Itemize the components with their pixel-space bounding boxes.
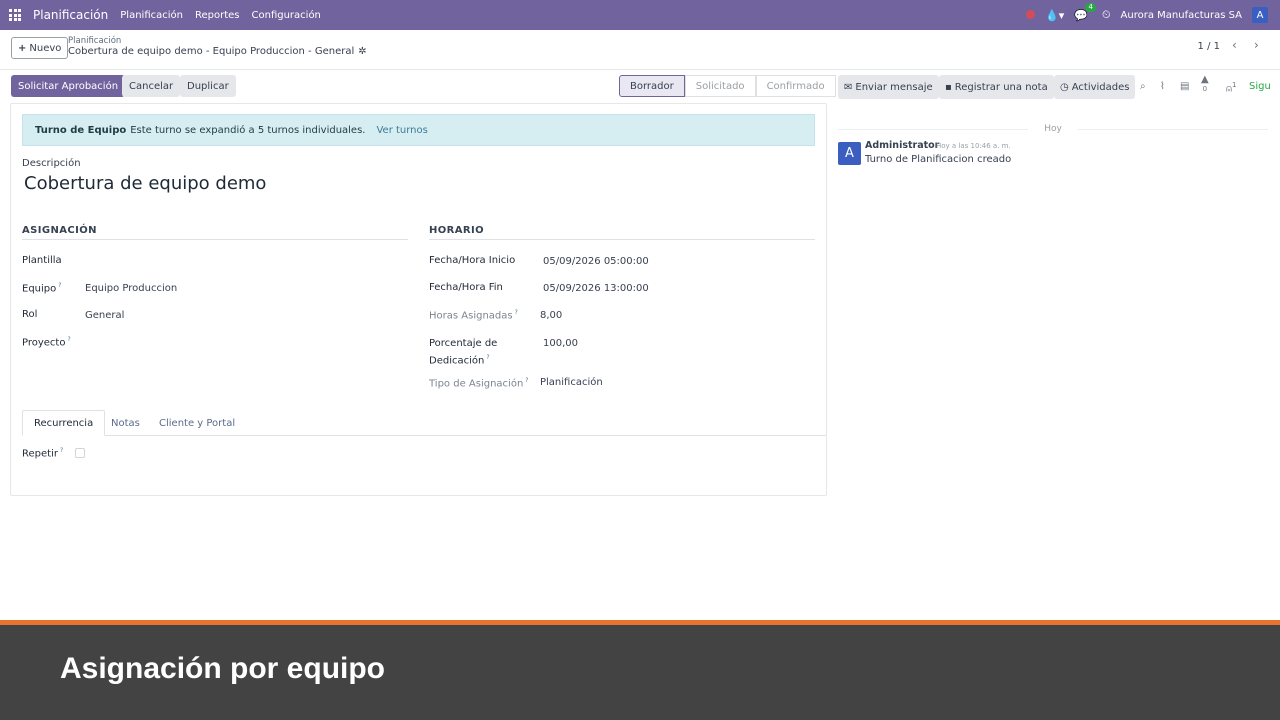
chevron-left-icon[interactable]: ‹ [1232,38,1237,52]
alert-text: Este turno se expandió a 5 turnos indivi… [130,124,366,136]
assignment-section-title: ASIGNACIÓN [22,225,408,240]
activities-button[interactable]: ◷ Actividades [1054,75,1136,99]
team-shift-alert: Turno de Equipo Este turno se expandió a… [22,114,815,146]
menu-planificacion[interactable]: Planificación [120,10,183,21]
dedication-field[interactable]: 100,00 [543,338,578,349]
menu-reportes[interactable]: Reportes [195,10,240,21]
assignment-type-value: Planificación [540,377,603,388]
help-icon[interactable]: ? [525,377,528,384]
view-shifts-link[interactable]: Ver turnos [376,125,427,136]
apps-menu-icon[interactable] [0,0,30,30]
role-field[interactable]: General [85,310,124,321]
send-message-button[interactable]: ✉ Enviar mensaje [838,75,939,99]
team-label: Equipo? [22,282,62,295]
follow-button[interactable]: Sigu [1249,81,1271,92]
tab-recurrencia[interactable]: Recurrencia [22,410,106,436]
envelope-icon: ✉ [844,81,853,93]
note-icon: ▪ [945,81,952,93]
caption-banner: Asignación por equipo [0,620,1280,720]
start-field[interactable]: 05/09/2026 05:00:00 [543,256,649,267]
log-note-button[interactable]: ▪ Registrar una nota [939,75,1054,99]
duplicate-button[interactable]: Duplicar [180,75,236,97]
caption-text: Asignación por equipo [60,652,386,685]
debug-bug-icon[interactable] [1026,9,1036,22]
pager-value[interactable]: 1 / 1 [1198,41,1220,52]
role-label: Rol [22,309,38,320]
app-name[interactable]: Planificación [33,8,108,22]
followers-icon[interactable]: ⍝1 [1226,81,1236,94]
hours-label: Horas Asignadas? [429,309,518,322]
gear-icon[interactable]: ✲ [358,46,366,57]
clock-activity-icon[interactable]: ⏲ [1102,8,1111,22]
message-body: Turno de Planificacion creado [865,154,1012,165]
assignment-type-label: Tipo de Asignación? [429,377,529,390]
top-navbar: Planificación Planificación Reportes Con… [0,0,1280,30]
description-field[interactable]: Cobertura de equipo demo [24,173,266,194]
company-switcher[interactable]: Aurora Manufacturas SA [1121,10,1242,21]
end-field[interactable]: 05/09/2026 13:00:00 [543,283,649,294]
schedule-section-title: HORARIO [429,225,815,240]
cancel-button[interactable]: Cancelar [122,75,181,97]
breadcrumb-parent[interactable]: Planificación [68,36,121,46]
tab-cliente-portal[interactable]: Cliente y Portal [148,410,246,436]
user-avatar[interactable]: A [1252,7,1268,23]
message-author[interactable]: Administrator [865,140,939,151]
timer-drop-icon[interactable]: 💧▾ [1045,9,1064,22]
template-label: Plantilla [22,255,62,266]
clock-icon: ◷ [1060,81,1069,93]
date-separator: Hoy [838,124,1268,134]
project-label: Proyecto? [22,336,71,349]
book-icon[interactable]: ▤ [1180,81,1189,92]
end-label: Fecha/Hora Fin [429,282,503,293]
chevron-right-icon[interactable]: › [1254,38,1259,52]
help-icon[interactable]: ? [515,309,518,316]
description-label: Descripción [22,158,81,169]
paperclip-icon[interactable]: ⌇ [1160,81,1165,92]
repeat-checkbox[interactable] [75,448,85,458]
tab-notas[interactable]: Notas [100,410,151,436]
team-field[interactable]: Equipo Produccion [85,283,177,294]
notebook-tabs: Recurrencia Notas Cliente y Portal [22,410,826,436]
menu-configuracion[interactable]: Configuración [252,10,321,21]
alert-title: Turno de Equipo [35,124,127,136]
dedication-label: Porcentaje de Dedicación? [429,338,498,367]
repeat-label: Repetir? [22,447,64,460]
help-icon[interactable]: ? [60,447,63,454]
request-approval-button[interactable]: Solicitar Aprobación [11,75,126,97]
stage-solicitado[interactable]: Solicitado [684,75,756,97]
plus-icon: + [18,42,27,54]
new-button[interactable]: + Nuevo [11,37,69,59]
breadcrumb-current: Cobertura de equipo demo - Equipo Produc… [68,46,367,57]
stage-borrador[interactable]: Borrador [619,75,685,97]
start-label: Fecha/Hora Inicio [429,255,516,266]
search-icon[interactable]: ⌕ [1140,81,1146,92]
message-date: Hoy a las 10:46 a. m. [936,142,1011,150]
warning-icon[interactable]: ▲ 0 [1201,74,1209,93]
help-icon[interactable]: ? [67,336,70,343]
hours-value: 8,00 [540,310,563,321]
messages-badge: 4 [1085,2,1096,12]
stage-confirmado[interactable]: Confirmado [755,75,836,97]
control-panel: + Nuevo Planificación Cobertura de equipo… [0,30,1280,70]
messages-icon[interactable]: 💬 4 [1074,2,1096,22]
status-bar: Borrador Solicitado Confirmado [619,75,836,97]
avatar[interactable]: A [838,142,861,165]
help-icon[interactable]: ? [58,282,61,289]
help-icon[interactable]: ? [486,354,489,361]
form-sheet [10,103,827,496]
